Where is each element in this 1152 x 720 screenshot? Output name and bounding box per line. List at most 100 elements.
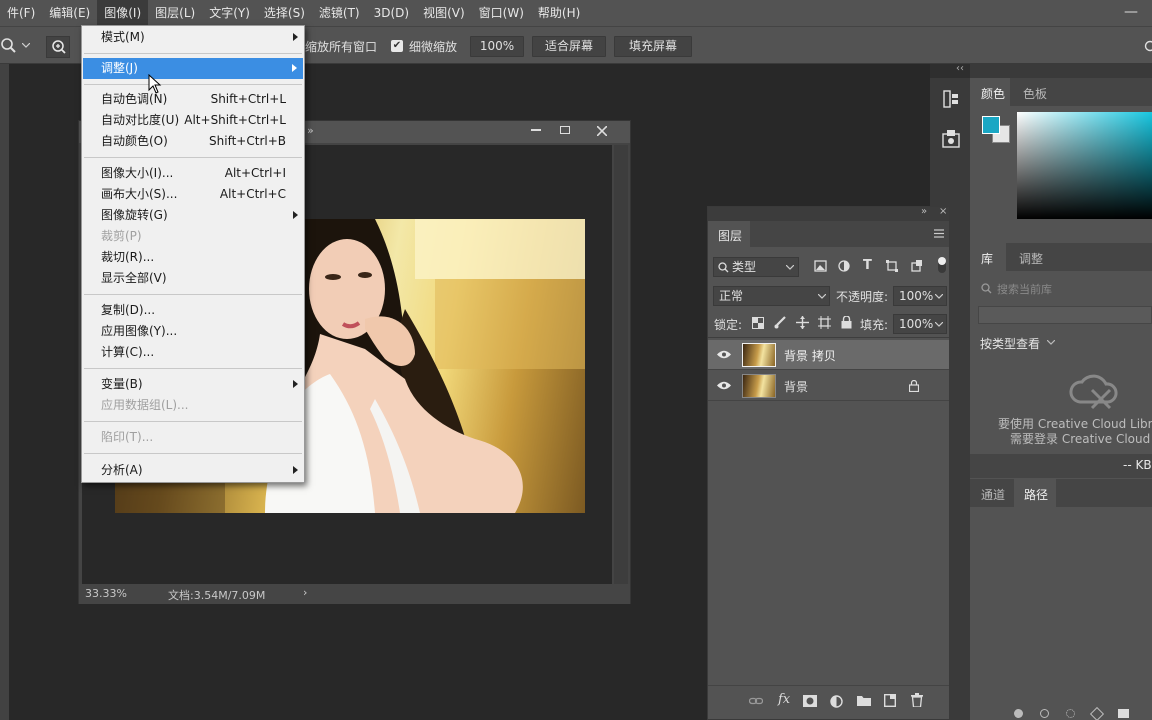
zoom-level[interactable]: 33.33% (85, 587, 127, 600)
tab-libraries[interactable]: 库 (970, 243, 1006, 271)
doc-info: 文档:3.54M/7.09M (168, 589, 266, 602)
lock-transparent-pixels-icon[interactable] (752, 317, 764, 329)
lock-image-pixels-icon[interactable] (774, 316, 786, 329)
layers-tabbar: 图层 (708, 221, 949, 247)
fill-input[interactable]: 100% (893, 314, 947, 334)
window-minimize-button[interactable]: — (1124, 4, 1138, 20)
menu-item-canvas-size[interactable]: 画布大小(S)... Alt+Ctrl+C (82, 184, 304, 205)
menu-item-auto-contrast[interactable]: 自动对比度(U) Alt+Shift+Ctrl+L (82, 110, 304, 131)
filter-toggle-switch[interactable] (938, 257, 946, 273)
scrubby-zoom-checkbox[interactable]: ✔ (391, 40, 403, 52)
color-field[interactable] (1017, 112, 1152, 219)
properties-icon[interactable] (942, 130, 960, 148)
search-icon[interactable] (1142, 39, 1152, 53)
mouse-cursor-icon (148, 74, 162, 94)
filter-adjustment-icon[interactable] (838, 260, 850, 272)
menu-window[interactable]: 窗口(W) (472, 0, 531, 26)
zoom-in-button[interactable] (46, 36, 70, 58)
tab-adjustments[interactable]: 调整 (1019, 250, 1043, 267)
menu-item-auto-tone[interactable]: 自动色调(N) Shift+Ctrl+L (82, 89, 304, 110)
submenu-arrow-icon (293, 466, 298, 474)
tab-color[interactable]: 颜色 (970, 78, 1010, 106)
menu-item-duplicate[interactable]: 复制(D)... (82, 300, 304, 321)
zoom-all-windows-label[interactable]: 缩放所有窗口 (305, 38, 377, 55)
doc-restore-button[interactable] (560, 126, 570, 134)
filter-pixel-icon[interactable] (814, 260, 827, 272)
lock-all-icon[interactable] (841, 316, 852, 329)
eye-icon[interactable] (717, 350, 731, 359)
opacity-input[interactable]: 100% (893, 286, 947, 306)
view-by-type-label[interactable]: 按类型查看 (980, 335, 1040, 352)
library-select[interactable] (978, 306, 1152, 324)
new-group-icon[interactable] (857, 695, 871, 706)
layer-row-background-copy[interactable]: 背景 拷贝 (708, 340, 949, 370)
menu-select[interactable]: 选择(S) (257, 0, 312, 26)
chevron-down-icon[interactable] (22, 43, 30, 49)
stroke-path-icon[interactable] (1040, 709, 1049, 718)
menu-item-reveal-all[interactable]: 显示全部(V) (82, 268, 304, 289)
chevron-down-icon[interactable] (1047, 340, 1055, 346)
load-selection-icon[interactable] (1066, 709, 1075, 718)
layer-name[interactable]: 背景 (784, 378, 808, 395)
menu-item-apply-image[interactable]: 应用图像(Y)... (82, 321, 304, 342)
menu-item-analysis[interactable]: 分析(A) (82, 460, 304, 481)
fit-screen-button[interactable]: 适合屏幕 (532, 36, 606, 57)
delete-layer-icon[interactable] (911, 693, 923, 707)
close-panel-icon[interactable]: × (939, 206, 947, 217)
close-icon[interactable] (597, 126, 607, 136)
filter-smart-object-icon[interactable] (911, 260, 923, 272)
tab-paths[interactable]: 路径 (1014, 479, 1056, 507)
add-mask-icon[interactable] (1118, 709, 1129, 718)
menu-image[interactable]: 图像(I) (97, 0, 149, 26)
foreground-color-swatch[interactable] (982, 116, 1000, 134)
menu-item-auto-color[interactable]: 自动颜色(O) Shift+Ctrl+B (82, 131, 304, 152)
menu-item-image-rotation[interactable]: 图像旋转(G) (82, 205, 304, 226)
menu-help[interactable]: 帮助(H) (531, 0, 587, 26)
fill-screen-button[interactable]: 填充屏幕 (614, 36, 692, 57)
menu-item-adjustments[interactable]: 调整(J) (83, 58, 303, 79)
layer-name[interactable]: 背景 拷贝 (784, 347, 836, 364)
panel-menu-icon[interactable] (934, 229, 944, 238)
menu-edit[interactable]: 编辑(E) (42, 0, 97, 26)
zoom-100-button[interactable]: 100% (470, 36, 524, 57)
layer-style-icon[interactable]: fx (778, 692, 790, 707)
filter-shape-icon[interactable] (886, 260, 898, 272)
history-icon[interactable] (942, 90, 960, 108)
status-menu-arrow[interactable]: › (303, 586, 307, 599)
tab-swatches[interactable]: 色板 (1023, 85, 1047, 102)
menu-item-mode[interactable]: 模式(M) (82, 27, 304, 48)
menu-type[interactable]: 文字(Y) (202, 0, 257, 26)
layer-mask-icon[interactable] (803, 695, 817, 707)
menu-filter[interactable]: 滤镜(T) (312, 0, 367, 26)
expand-icon[interactable]: ‹‹ (956, 63, 964, 74)
layer-filter-select[interactable]: 类型 (713, 257, 799, 277)
menu-item-image-size[interactable]: 图像大小(I)... Alt+Ctrl+I (82, 163, 304, 184)
menu-file[interactable]: 件(F) (0, 0, 42, 26)
lock-position-icon[interactable] (796, 316, 809, 329)
menu-item-trim[interactable]: 裁切(R)... (82, 247, 304, 268)
fill-path-icon[interactable] (1014, 709, 1023, 718)
zoom-tool-icon[interactable] (0, 37, 22, 55)
tab-layers[interactable]: 图层 (708, 221, 750, 247)
blend-mode-select[interactable]: 正常 (713, 286, 830, 306)
menu-item-variables[interactable]: 变量(B) (82, 374, 304, 395)
lock-artboard-icon[interactable] (818, 316, 831, 329)
link-layers-icon[interactable] (749, 696, 763, 706)
layer-row-background[interactable]: 背景 (708, 371, 949, 401)
filter-type-icon[interactable]: T (863, 258, 872, 273)
menu-layer[interactable]: 图层(L) (148, 0, 202, 26)
doc-minimize-button[interactable] (531, 129, 541, 131)
new-layer-icon[interactable] (884, 694, 896, 707)
menu-view[interactable]: 视图(V) (416, 0, 472, 26)
collapse-icon[interactable]: » (921, 206, 927, 217)
scrubby-zoom-label[interactable]: 细微缩放 (409, 38, 457, 55)
make-work-path-icon[interactable] (1089, 706, 1105, 720)
menu-item-calculations[interactable]: 计算(C)... (82, 342, 304, 363)
adjustment-layer-icon[interactable] (830, 695, 843, 708)
tab-channels[interactable]: 通道 (981, 486, 1005, 503)
eye-icon[interactable] (717, 381, 731, 390)
library-search-input[interactable]: 搜索当前库 (997, 281, 1052, 297)
search-icon (718, 262, 729, 273)
document-vertical-scrollbar[interactable] (614, 145, 628, 585)
menu-3d[interactable]: 3D(D) (367, 0, 416, 26)
